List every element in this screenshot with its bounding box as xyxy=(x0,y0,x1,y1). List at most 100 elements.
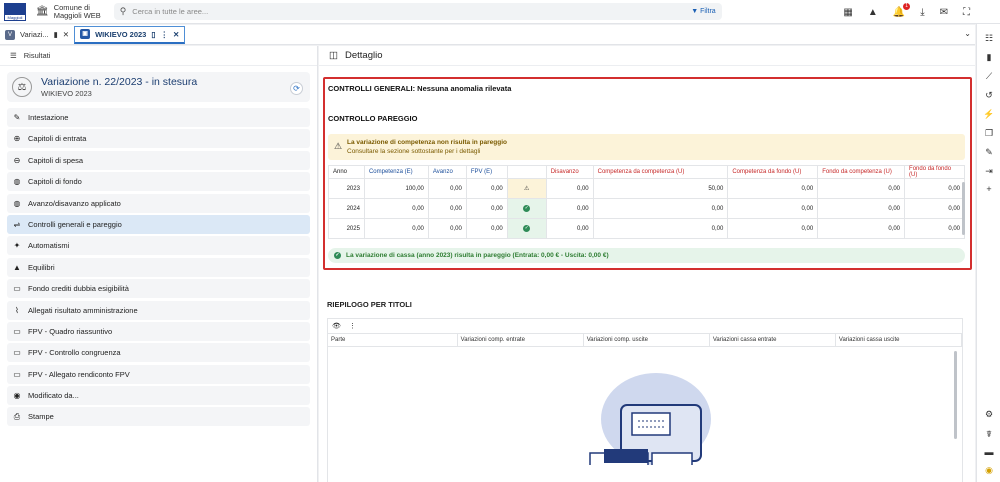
record-subtitle: WIKIEVO 2023 xyxy=(41,89,92,98)
column-header[interactable]: Competenza da competenza (U) xyxy=(592,165,729,179)
menu-item-capitoli-di-spesa[interactable]: ⊖ Capitoli di spesa xyxy=(7,150,310,170)
section-menu: ✎ Intestazione ⊕ Capitoli di entrata ⊖ Capito… xyxy=(7,108,310,427)
grid-header: Parte Variazioni comp. entrate Variazioni … xyxy=(328,334,962,347)
dashboard-icon[interactable]: ▦ xyxy=(843,7,852,18)
list-settings-icon[interactable]: ☷ xyxy=(983,33,995,44)
column-header[interactable]: Avanzo xyxy=(427,165,467,179)
maggioli-logo[interactable]: Maggioli xyxy=(4,2,26,21)
close-icon[interactable]: ✕ xyxy=(63,30,69,39)
grid-column-header[interactable]: Variazioni comp. entrate xyxy=(458,334,584,346)
menu-item-intestazione[interactable]: ✎ Intestazione xyxy=(7,108,310,127)
menu-item-controlli-generali-e-pareggio[interactable]: ⇌ Controlli generali e pareggio xyxy=(7,214,310,234)
detail-header: ◫ Dettaglio xyxy=(319,46,975,66)
tab-wikievo[interactable]: ▣ WIKIEVO 2023 ▯ ⋮ ✕ xyxy=(74,25,186,44)
checks-section: CONTROLLI GENERALI: Nessuna anomalia ril… xyxy=(323,77,972,270)
column-header[interactable]: Anno xyxy=(328,165,365,179)
alert-triangle-icon[interactable]: ▲ xyxy=(868,7,878,18)
warning-icon: ⚠ xyxy=(334,141,343,151)
bell-icon[interactable]: 🔔 1 xyxy=(893,2,911,18)
cell-fc: 0,00 xyxy=(817,218,906,239)
cell-ff: 0,00 xyxy=(904,178,965,199)
help-icon[interactable]: ◉ xyxy=(983,465,995,476)
refresh-button[interactable]: ⟳ xyxy=(290,82,303,95)
column-header[interactable] xyxy=(506,165,547,179)
cell-cf: 0,00 xyxy=(727,218,819,239)
accessibility-icon[interactable]: ☤ xyxy=(983,429,995,440)
card-icon: ▭ xyxy=(13,284,21,294)
chevron-down-icon[interactable]: ⌄ xyxy=(964,29,971,38)
table-row: 2025 0,00 0,00 0,00 ✓ 0,00 0,00 0,00 0,00 0,00 xyxy=(328,218,965,239)
menu-item-capitoli-di-fondo[interactable]: ◍ Capitoli di fondo xyxy=(7,172,310,192)
close-icon[interactable]: ✕ xyxy=(173,30,179,39)
menu-item-fondo-crediti-dubbia-esigibilit[interactable]: ▭ Fondo crediti dubbia esigibilità xyxy=(7,279,310,299)
edit-document-icon[interactable]: ✎ xyxy=(983,147,995,158)
history-icon[interactable]: ↺ xyxy=(983,90,995,101)
cell-cc: 0,00 xyxy=(592,198,729,219)
grid-column-header[interactable]: Parte xyxy=(328,334,458,346)
add-icon[interactable]: + xyxy=(983,184,995,194)
menu-item-stampe[interactable]: ⎙ Stampe xyxy=(7,407,310,427)
results-pane: ☰ Risultati ⚖ Variazione n. 22/2023 - in… xyxy=(0,46,318,482)
global-search[interactable]: ⚲ Cerca in tutte le aree... ▼ Filtra xyxy=(113,3,722,20)
download-icon[interactable]: ⤓ xyxy=(920,7,924,18)
menu-item-label: Capitoli di fondo xyxy=(28,177,82,187)
bookmark-icon[interactable]: ▮ xyxy=(54,30,58,39)
tab-variazioni[interactable]: V Variazi... ▮ ✕ xyxy=(0,26,74,44)
more-vertical-icon[interactable]: ⋮ xyxy=(349,322,356,330)
menu-item-fpv-controllo-congruenza[interactable]: ▭ FPV - Controllo congruenza xyxy=(7,343,310,363)
panel-icon[interactable]: ◫ xyxy=(329,50,338,61)
grid-column-header[interactable]: Variazioni comp. uscite xyxy=(584,334,710,346)
paperclip-icon: ⌇ xyxy=(15,305,19,315)
cell-anno: 2024 xyxy=(328,198,365,219)
chat-icon[interactable]: ▬ xyxy=(983,447,995,457)
grid-column-header[interactable]: Variazioni cassa entrate xyxy=(710,334,836,346)
detail-pane: ◫ Dettaglio CONTROLLI GENERALI: Nessuna … xyxy=(319,46,975,482)
column-header[interactable]: Competenza (E) xyxy=(363,165,429,179)
cell-ff: 0,00 xyxy=(904,198,965,219)
cell-fpv: 0,00 xyxy=(465,218,508,239)
grid-scrollbar[interactable] xyxy=(954,351,957,439)
table-scrollbar[interactable] xyxy=(962,182,965,235)
column-header[interactable]: Competenza da fondo (U) xyxy=(727,165,819,179)
menu-item-avanzo-disavanzo-applicato[interactable]: ◍ Avanzo/disavanzo applicato xyxy=(7,193,310,213)
menu-item-fpv-allegato-rendiconto-fpv[interactable]: ▭ FPV - Allegato rendiconto FPV xyxy=(7,364,310,384)
filter-button[interactable]: ▼ Filtra xyxy=(691,8,715,15)
eye-icon[interactable]: 👁 xyxy=(332,322,341,330)
column-header[interactable]: Fondo da competenza (U) xyxy=(817,165,906,179)
bookmark-icon[interactable]: ▯ xyxy=(151,30,155,39)
export-icon[interactable]: ⇥ xyxy=(983,166,995,177)
summary-title: RIEPILOGO PER TITOLI xyxy=(327,300,412,309)
book-icon[interactable]: ▮ xyxy=(983,52,995,63)
column-header[interactable]: FPV (E) xyxy=(465,165,508,179)
card-icon: ▭ xyxy=(13,369,21,379)
cell-comp: 0,00 xyxy=(363,218,429,239)
mail-icon[interactable]: ✉ xyxy=(940,7,948,18)
menu-item-automatismi[interactable]: ✦ Automatismi xyxy=(7,236,310,256)
column-header[interactable]: Fondo da fondo (U) xyxy=(904,165,965,179)
more-vertical-icon[interactable]: ⋮ xyxy=(160,30,168,39)
grid-column-header[interactable]: Variazioni cassa uscite xyxy=(836,334,962,346)
fullscreen-icon[interactable]: ⛶ xyxy=(963,7,970,18)
menu-item-modificato-da[interactable]: ◉ Modificato da... xyxy=(7,386,310,406)
plug-icon[interactable]: ⚡ xyxy=(983,109,995,120)
menu-item-equilibri[interactable]: ▲ Equilibri xyxy=(7,257,310,277)
menu-item-fpv-quadro-riassuntivo[interactable]: ▭ FPV - Quadro riassuntivo xyxy=(7,321,310,341)
search-input[interactable]: Cerca in tutte le aree... xyxy=(132,7,691,16)
menu-item-capitoli-di-entrata[interactable]: ⊕ Capitoli di entrata xyxy=(7,129,310,149)
app-name: Comune di Maggioli WEB xyxy=(53,2,101,20)
chart-line-icon[interactable]: ⟋ xyxy=(983,71,995,82)
column-header[interactable]: Disavanzo xyxy=(545,165,594,179)
gear-icon[interactable]: ⚙ xyxy=(983,409,995,420)
cell-ff: 0,00 xyxy=(904,218,965,239)
piggy-bank-icon: ◍ xyxy=(13,177,21,187)
record-card: ⚖ Variazione n. 22/2023 - in stesura WIK… xyxy=(7,72,310,102)
notification-badge: 1 xyxy=(903,2,911,10)
menu-item-label: Fondo crediti dubbia esigibilità xyxy=(28,284,129,294)
menu-item-allegati-risultato-amministrazione[interactable]: ⌇ Allegati risultato amministrazione xyxy=(7,300,310,320)
general-checks-title: CONTROLLI GENERALI: Nessuna anomalia ril… xyxy=(328,84,512,93)
search-icon: ⚲ xyxy=(119,6,127,16)
list-icon[interactable]: ☰ xyxy=(10,51,17,60)
cell-fc: 0,00 xyxy=(817,178,906,199)
copy-icon[interactable]: ❐ xyxy=(983,128,995,139)
check-circle-icon: ✓ xyxy=(334,252,341,259)
